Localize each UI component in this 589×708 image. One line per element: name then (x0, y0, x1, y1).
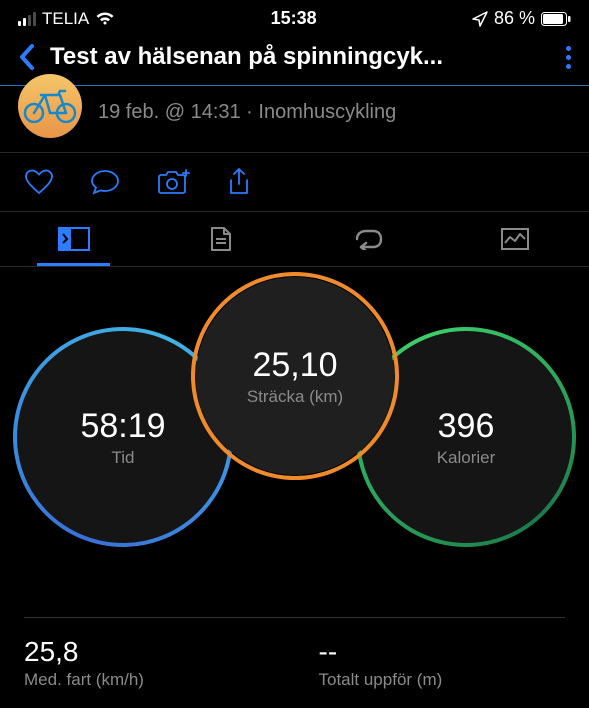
status-right: 86 % (472, 8, 571, 29)
photo-button[interactable] (156, 169, 190, 195)
share-button[interactable] (226, 167, 252, 197)
carrier-label: TELIA (42, 9, 89, 29)
elevation-value: -- (319, 636, 566, 668)
comment-icon (90, 169, 120, 195)
document-icon (210, 226, 232, 252)
tab-charts[interactable] (442, 228, 589, 264)
summary-dials: 58:19 Tid 396 Kalorier 25,10 Sträcka (km… (0, 277, 589, 547)
distance-label: Sträcka (km) (247, 387, 343, 407)
status-time: 15:38 (271, 8, 317, 29)
activity-header: 19 feb. @ 14:31 · Inomhuscykling (0, 86, 589, 152)
action-bar (0, 153, 589, 211)
avg-speed-label: Med. fart (km/h) (24, 670, 295, 690)
comment-button[interactable] (90, 169, 120, 195)
tab-details[interactable] (147, 226, 294, 266)
heart-icon (24, 169, 54, 195)
like-button[interactable] (24, 169, 54, 195)
activity-icon (18, 74, 82, 138)
time-label: Tid (112, 448, 135, 468)
calories-label: Kalorier (437, 448, 496, 468)
activity-meta: 19 feb. @ 14:31 · Inomhuscykling (98, 101, 396, 124)
more-button[interactable] (566, 46, 571, 69)
distance-value: 25,10 (252, 346, 337, 385)
time-value: 58:19 (80, 407, 165, 446)
stat-avg-speed[interactable]: 25,8 Med. fart (km/h) (24, 617, 295, 708)
lap-icon (353, 228, 383, 250)
stat-elevation[interactable]: -- Totalt uppför (m) (295, 617, 566, 708)
status-left: TELIA (18, 9, 115, 29)
tab-laps[interactable] (295, 228, 442, 264)
signal-icon (18, 12, 36, 26)
location-icon (472, 11, 488, 27)
battery-percent: 86 % (494, 8, 535, 29)
back-button[interactable] (18, 43, 36, 71)
dial-distance[interactable]: 25,10 Sträcka (km) (196, 277, 394, 475)
elevation-label: Totalt uppför (m) (319, 670, 566, 690)
wifi-icon (95, 12, 115, 26)
header-bar: Test av hälsenan på spinningcyk... (0, 33, 589, 85)
summary-icon (58, 227, 90, 251)
chart-icon (501, 228, 529, 250)
calories-value: 396 (438, 407, 495, 446)
stats-grid: 25,8 Med. fart (km/h) -- Totalt uppför (… (0, 617, 589, 708)
battery-icon (541, 12, 571, 26)
status-bar: TELIA 15:38 86 % (0, 0, 589, 33)
camera-plus-icon (156, 169, 190, 195)
tab-bar (0, 212, 589, 267)
share-icon (226, 167, 252, 197)
page-title: Test av hälsenan på spinningcyk... (50, 43, 552, 71)
avg-speed-value: 25,8 (24, 636, 295, 668)
tab-summary[interactable] (0, 227, 147, 265)
